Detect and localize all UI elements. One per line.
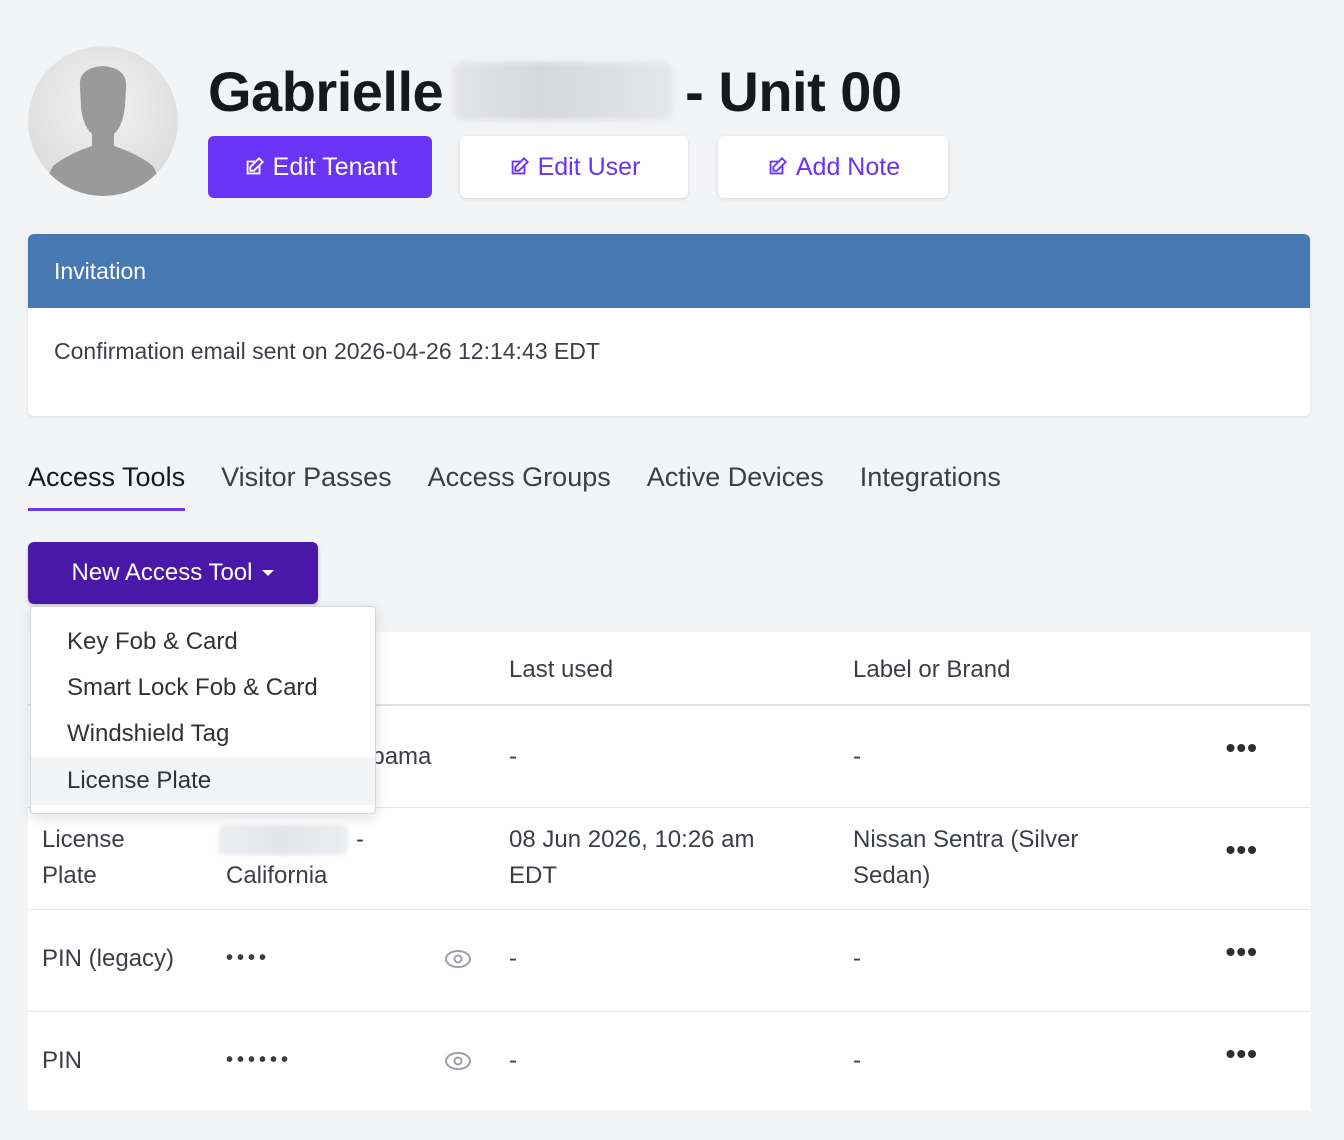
access-type: License [42, 826, 125, 853]
column-header-last-used: Last used [509, 656, 614, 683]
edit-user-button[interactable]: Edit User [460, 136, 688, 198]
last-used: - [509, 743, 517, 770]
avatar [28, 46, 178, 196]
row-menu-icon[interactable]: ••• [1226, 1038, 1258, 1070]
add-note-button[interactable]: Add Note [718, 136, 948, 198]
edit-icon [246, 156, 264, 175]
masked-pin: •••••• [226, 1049, 293, 1071]
tab-visitor-passes[interactable]: Visitor Passes [221, 462, 392, 511]
edit-tenant-label: Edit Tenant [272, 152, 398, 181]
user-silhouette-icon [38, 66, 168, 196]
redacted-last-name [453, 62, 674, 120]
tab-integrations[interactable]: Integrations [860, 462, 1001, 511]
new-access-tool-button[interactable]: New Access Tool [28, 542, 318, 604]
masked-pin: •••• [226, 947, 271, 969]
edit-user-label: Edit User [537, 152, 641, 181]
column-header-label: Label or Brand [853, 656, 1011, 683]
edit-icon [511, 156, 529, 175]
invitation-card: Invitation Confirmation email sent on 20… [28, 234, 1310, 416]
eye-icon[interactable] [444, 949, 472, 969]
label-or-brand: - [853, 1047, 861, 1074]
row-menu-icon[interactable]: ••• [1226, 834, 1258, 866]
page-title: Gabrielle - Unit 00 [208, 56, 902, 126]
menu-item-windshield-tag[interactable]: Windshield Tag [31, 711, 375, 757]
tab-bar: Access Tools Visitor Passes Access Group… [28, 462, 1037, 511]
access-type: PIN (legacy) [42, 945, 175, 972]
last-used-line2: EDT [509, 862, 557, 889]
edit-icon [769, 156, 787, 175]
row-menu-icon[interactable]: ••• [1226, 732, 1258, 764]
access-value-state: California [226, 862, 328, 889]
menu-item-smart-lock-fob-card[interactable]: Smart Lock Fob & Card [31, 665, 375, 711]
menu-item-key-fob-card[interactable]: Key Fob & Card [31, 619, 375, 665]
new-access-tool-dropdown: Key Fob & Card Smart Lock Fob & Card Win… [30, 606, 376, 814]
redacted-plate-number [218, 825, 348, 855]
tab-access-tools[interactable]: Access Tools [28, 462, 186, 511]
access-value-separator: - [356, 826, 364, 853]
label-or-brand: Nissan Sentra (Silver [853, 826, 1079, 853]
label-or-brand: - [853, 945, 861, 972]
menu-item-license-plate[interactable]: License Plate [31, 757, 375, 805]
label-or-brand-line2: Sedan) [853, 862, 931, 889]
unit-label: - Unit 00 [685, 59, 902, 123]
tenant-first-name: Gabrielle [208, 59, 444, 123]
last-used: 08 Jun 2026, 10:26 am [509, 826, 755, 853]
access-type-line2: Plate [42, 862, 97, 889]
row-menu-icon[interactable]: ••• [1226, 936, 1258, 968]
label-or-brand: - [853, 743, 861, 770]
invitation-card-header: Invitation [28, 234, 1310, 308]
new-access-tool-label: New Access Tool [71, 559, 253, 586]
caret-down-icon [262, 570, 275, 576]
table-row: PIN (legacy) •••• - - ••• [28, 910, 1310, 1012]
invitation-message: Confirmation email sent on 2026-04-26 12… [54, 338, 600, 364]
table-row: PIN •••••• - - ••• [28, 1012, 1310, 1114]
last-used: - [509, 945, 517, 972]
eye-icon[interactable] [444, 1051, 472, 1071]
access-type: PIN [42, 1047, 83, 1074]
tab-access-groups[interactable]: Access Groups [428, 462, 611, 511]
tab-active-devices[interactable]: Active Devices [647, 462, 824, 511]
table-row: License Plate - California 08 Jun 2026, … [28, 808, 1310, 910]
edit-tenant-button[interactable]: Edit Tenant [208, 136, 432, 198]
add-note-label: Add Note [795, 152, 901, 181]
last-used: - [509, 1047, 517, 1074]
